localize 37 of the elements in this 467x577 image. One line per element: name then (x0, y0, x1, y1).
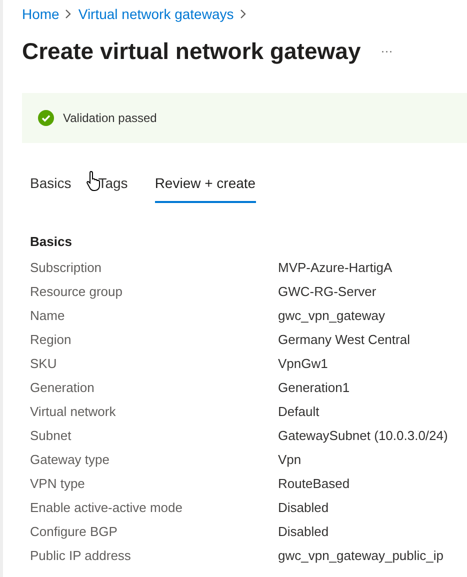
field-label: Gateway type (30, 451, 110, 470)
banner-message: Validation passed (63, 110, 157, 127)
field-label: Resource group (30, 283, 124, 302)
field-value: RouteBased (278, 475, 350, 494)
field-value: GatewaySubnet (10.0.3.0/24) (278, 427, 448, 446)
field-label: Subscription (30, 259, 103, 278)
field-label: Enable active-active mode (30, 499, 184, 518)
field-value: Generation1 (278, 379, 350, 398)
field-label: Subnet (30, 427, 72, 446)
breadcrumb-link[interactable]: Home (22, 4, 60, 24)
field-label: SKU (30, 355, 58, 374)
tab[interactable]: Review + create (154, 172, 256, 203)
field-label: Generation (30, 379, 96, 398)
field-value: Disabled (278, 499, 329, 518)
breadcrumb-link[interactable]: Virtual network gateways (78, 4, 234, 24)
tab[interactable]: Basics (30, 172, 72, 203)
field-label: Region (30, 331, 72, 350)
field-label: VPN type (30, 475, 86, 494)
field-value: gwc_vpn_gateway_public_ip (278, 547, 444, 566)
field-value: VpnGw1 (278, 355, 328, 374)
field-value: Vpn (278, 451, 302, 470)
check-circle-icon (38, 110, 54, 126)
section-heading: Basics (30, 233, 73, 251)
chevron-right-icon (65, 9, 72, 19)
field-value: GWC-RG-Server (278, 283, 376, 302)
field-value: gwc_vpn_gateway (278, 307, 385, 326)
page-title: Create virtual network gateway (22, 36, 361, 66)
chevron-right-icon (240, 9, 247, 19)
field-label: Virtual network (30, 403, 117, 422)
field-value: Germany West Central (278, 331, 410, 350)
field-value: MVP-Azure-HartigA (278, 259, 392, 278)
field-value: Default (278, 403, 320, 422)
field-label: Public IP address (30, 547, 132, 566)
more-button[interactable]: ··· (380, 42, 393, 60)
field-value: Disabled (278, 523, 329, 542)
field-label: Configure BGP (30, 523, 118, 542)
field-label: Name (30, 307, 66, 326)
